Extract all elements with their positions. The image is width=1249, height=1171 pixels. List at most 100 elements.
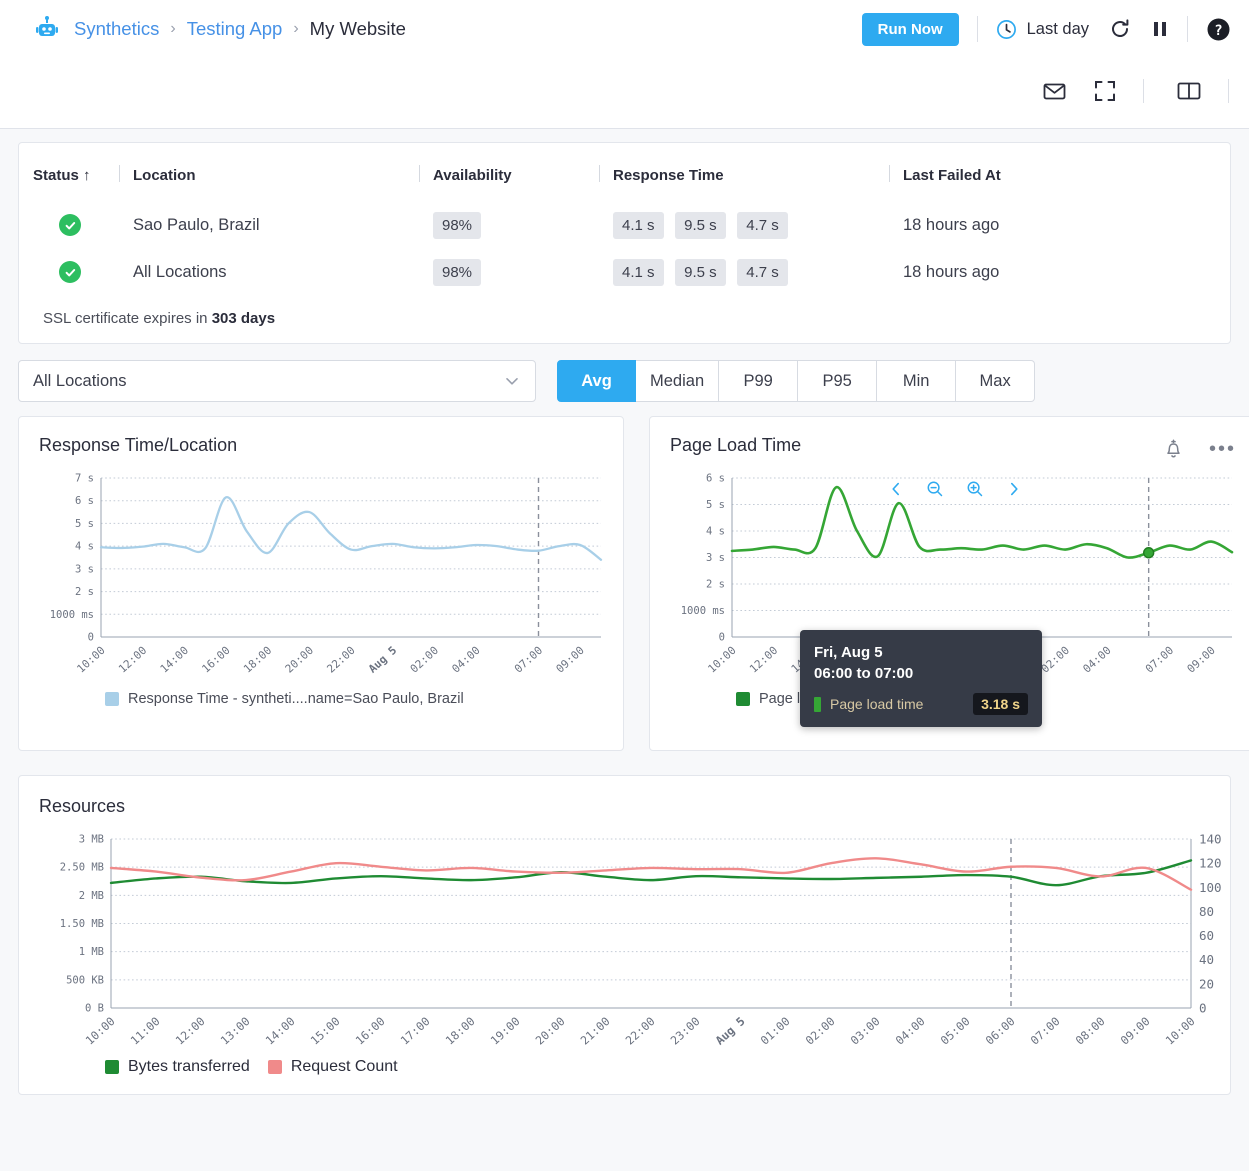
svg-text:1 MB: 1 MB <box>79 946 104 958</box>
synthetics-robot-icon <box>34 16 60 42</box>
svg-text:09:00: 09:00 <box>554 644 587 676</box>
help-circle-icon[interactable]: ? <box>1206 17 1231 42</box>
svg-text:10:00: 10:00 <box>1163 1014 1198 1048</box>
tooltip-metric-value: 3.18 s <box>973 693 1028 715</box>
column-header-status[interactable]: Status ↑ <box>33 161 133 202</box>
pause-icon[interactable] <box>1151 19 1169 39</box>
svg-text:1000 ms: 1000 ms <box>50 609 94 621</box>
svg-text:12:00: 12:00 <box>747 644 780 676</box>
svg-text:1.50 MB: 1.50 MB <box>60 918 104 930</box>
svg-text:19:00: 19:00 <box>488 1014 523 1048</box>
svg-text:07:00: 07:00 <box>1028 1014 1063 1048</box>
cell-status <box>33 249 133 296</box>
svg-text:10:00: 10:00 <box>705 644 738 676</box>
aggregation-median[interactable]: Median <box>636 360 720 402</box>
split-layout-icon[interactable] <box>1176 79 1202 103</box>
more-options-icon[interactable]: ••• <box>1209 439 1236 459</box>
svg-text:2.50 MB: 2.50 MB <box>60 862 104 874</box>
cell-status <box>33 202 133 249</box>
legend-entry-bytes[interactable]: Bytes transferred <box>105 1058 250 1076</box>
svg-text:10:00: 10:00 <box>83 1014 118 1048</box>
svg-text:04:00: 04:00 <box>893 1014 928 1048</box>
legend-label-bytes-transferred: Bytes transferred <box>128 1058 250 1075</box>
svg-text:80: 80 <box>1199 904 1214 919</box>
column-header-response-time[interactable]: Response Time <box>599 161 903 202</box>
svg-text:20: 20 <box>1199 976 1214 991</box>
aggregation-avg[interactable]: Avg <box>557 360 636 402</box>
cell-last-failed-at: 18 hours ago <box>903 216 1000 234</box>
response-time-pill: 4.1 s <box>613 212 664 239</box>
cell-last-failed-at: 18 hours ago <box>903 263 1000 281</box>
page-load-time-card: Page Load Time ••• 6 s 5 s 4 s 3 s 2 s 1000 m… <box>649 416 1249 751</box>
tooltip-metric-row: Page load time 3.18 s <box>814 693 1028 715</box>
aggregation-p95[interactable]: P95 <box>798 360 878 402</box>
run-now-button[interactable]: Run Now <box>861 12 959 46</box>
svg-text:17:00: 17:00 <box>398 1014 433 1048</box>
zoom-in-icon[interactable] <box>966 480 984 498</box>
aggregation-min[interactable]: Min <box>877 360 957 402</box>
cell-availability: 98% <box>433 202 613 249</box>
svg-text:10:00: 10:00 <box>74 644 107 676</box>
breadcrumb-item-synthetics[interactable]: Synthetics <box>74 18 159 40</box>
svg-text:21:00: 21:00 <box>578 1014 613 1048</box>
availability-pill: 98% <box>433 259 482 286</box>
header-actions: Run Now Last day ? <box>861 12 1231 46</box>
location-select-value: All Locations <box>33 371 127 390</box>
svg-text:04:00: 04:00 <box>449 644 482 676</box>
chevron-right-icon[interactable] <box>1006 481 1022 497</box>
zoom-out-icon[interactable] <box>926 480 944 498</box>
cell-response-time: 4.1 s 9.5 s 4.7 s <box>613 202 903 249</box>
fullscreen-icon[interactable] <box>1093 79 1117 103</box>
svg-text:22:00: 22:00 <box>623 1014 658 1048</box>
time-range-label: Last day <box>1026 19 1089 38</box>
chevron-left-icon[interactable] <box>888 481 904 497</box>
legend-label-response-time[interactable]: Response Time - syntheti....name=Sao Pau… <box>128 691 464 707</box>
response-time-plot[interactable]: 7 s 6 s 5 s 4 s 3 s 2 s 1000 ms 0 10:00 12:00 14:0… <box>39 470 609 685</box>
chart-title-response-time: Response Time/Location <box>39 435 238 455</box>
svg-text:0: 0 <box>88 632 94 644</box>
mail-icon[interactable] <box>1042 79 1067 104</box>
svg-text:Aug 5: Aug 5 <box>366 644 399 676</box>
summary-card: Status ↑ Location Availability Response … <box>18 142 1231 344</box>
chart-navigation-controls <box>888 480 1022 498</box>
legend-swatch-bytes-transferred <box>105 1060 119 1074</box>
column-header-location[interactable]: Location <box>119 161 433 202</box>
aggregation-max[interactable]: Max <box>956 360 1036 402</box>
column-header-availability[interactable]: Availability <box>419 161 613 202</box>
breadcrumb-item-testing-app[interactable]: Testing App <box>187 18 283 40</box>
svg-text:3 s: 3 s <box>75 563 94 575</box>
svg-text:09:00: 09:00 <box>1118 1014 1153 1048</box>
svg-text:120: 120 <box>1199 856 1222 871</box>
tooltip-date: Fri, Aug 5 <box>814 644 883 661</box>
svg-text:07:00: 07:00 <box>1143 644 1176 676</box>
legend-swatch-response-time <box>105 692 119 706</box>
breadcrumb-separator: › <box>170 20 176 37</box>
page-load-plot[interactable]: 6 s5 s4 s3 s2 s1000 ms010:0012:0014:0016… <box>670 470 1240 727</box>
bell-add-icon[interactable] <box>1162 437 1185 460</box>
table-row[interactable]: All Locations 98% 4.1 s 9.5 s 4.7 s 18 h… <box>33 249 1216 296</box>
svg-text:60: 60 <box>1199 928 1214 943</box>
table-row[interactable]: Sao Paulo, Brazil 98% 4.1 s 9.5 s 4.7 s … <box>33 202 1216 249</box>
svg-text:5 s: 5 s <box>706 499 725 511</box>
time-range-picker[interactable]: Last day <box>996 19 1089 40</box>
svg-text:18:00: 18:00 <box>443 1014 478 1048</box>
table-header-row: Status ↑ Location Availability Response … <box>33 161 1216 202</box>
legend-entry-request-count[interactable]: Request Count <box>267 1058 398 1076</box>
svg-text:05:00: 05:00 <box>938 1014 973 1048</box>
resources-plot[interactable]: 3 MB 2.50 MB 2 MB 1.50 MB 1 MB 500 KB 0 B 140 12… <box>39 831 1222 1056</box>
app-header: Synthetics › Testing App › My Website Ru… <box>0 0 1249 129</box>
refresh-icon[interactable] <box>1109 18 1131 40</box>
svg-text:09:00: 09:00 <box>1185 644 1218 676</box>
svg-text:3 s: 3 s <box>706 552 725 564</box>
aggregation-p99[interactable]: P99 <box>719 360 799 402</box>
svg-text:1000 ms: 1000 ms <box>681 605 725 617</box>
chart-title-page-load: Page Load Time <box>670 435 802 455</box>
location-select[interactable]: All Locations <box>18 360 536 402</box>
chevron-down-icon <box>503 372 521 390</box>
header-divider <box>976 16 978 42</box>
column-header-last-failed-at[interactable]: Last Failed At <box>889 161 1216 202</box>
availability-pill: 98% <box>433 212 482 239</box>
svg-text:02:00: 02:00 <box>408 644 441 676</box>
svg-text:14:00: 14:00 <box>263 1014 298 1048</box>
svg-text:03:00: 03:00 <box>848 1014 883 1048</box>
